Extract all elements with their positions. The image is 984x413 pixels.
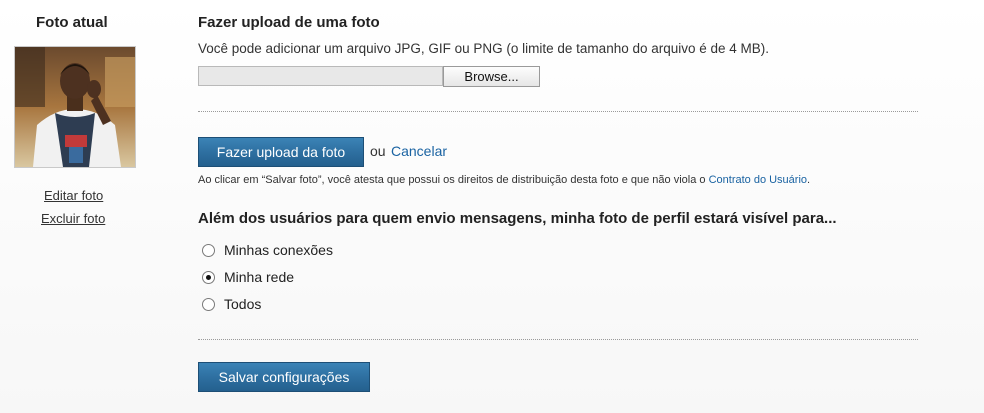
- upload-title: Fazer upload de uma foto: [198, 14, 380, 31]
- upload-photo-button[interactable]: Fazer upload da foto: [198, 137, 364, 167]
- radio-label: Minhas conexões: [224, 242, 333, 258]
- delete-photo-link[interactable]: Excluir foto: [41, 211, 105, 226]
- browse-button[interactable]: Browse...: [443, 66, 540, 87]
- upload-description: Você pode adicionar um arquivo JPG, GIF …: [198, 41, 770, 56]
- cancel-link[interactable]: Cancelar: [391, 143, 447, 159]
- edit-photo-link[interactable]: Editar foto: [44, 188, 103, 203]
- radio-button[interactable]: [202, 243, 215, 257]
- profile-photo: [14, 46, 136, 168]
- visibility-option-everyone[interactable]: Todos: [202, 296, 261, 312]
- save-settings-button[interactable]: Salvar configurações: [198, 362, 370, 392]
- radio-button-checked[interactable]: [202, 270, 215, 284]
- current-photo-heading: Foto atual: [36, 14, 108, 31]
- visibility-title: Além dos usuários para quem envio mensag…: [198, 210, 837, 227]
- divider: [198, 339, 918, 340]
- legal-notice: Ao clicar em “Salvar foto”, você atesta …: [198, 174, 810, 186]
- legal-text: Ao clicar em “Salvar foto”, você atesta …: [198, 174, 706, 186]
- or-text: ou: [370, 143, 386, 159]
- radio-label: Minha rede: [224, 269, 295, 285]
- visibility-option-network[interactable]: Minha rede: [202, 269, 294, 285]
- visibility-option-connections[interactable]: Minhas conexões: [202, 242, 333, 258]
- file-path-input[interactable]: [198, 66, 443, 86]
- user-agreement-link[interactable]: Contrato do Usuário: [709, 174, 807, 186]
- radio-label: Todos: [224, 296, 262, 312]
- divider: [198, 111, 918, 112]
- legal-end: .: [807, 174, 811, 186]
- radio-button[interactable]: [202, 297, 215, 311]
